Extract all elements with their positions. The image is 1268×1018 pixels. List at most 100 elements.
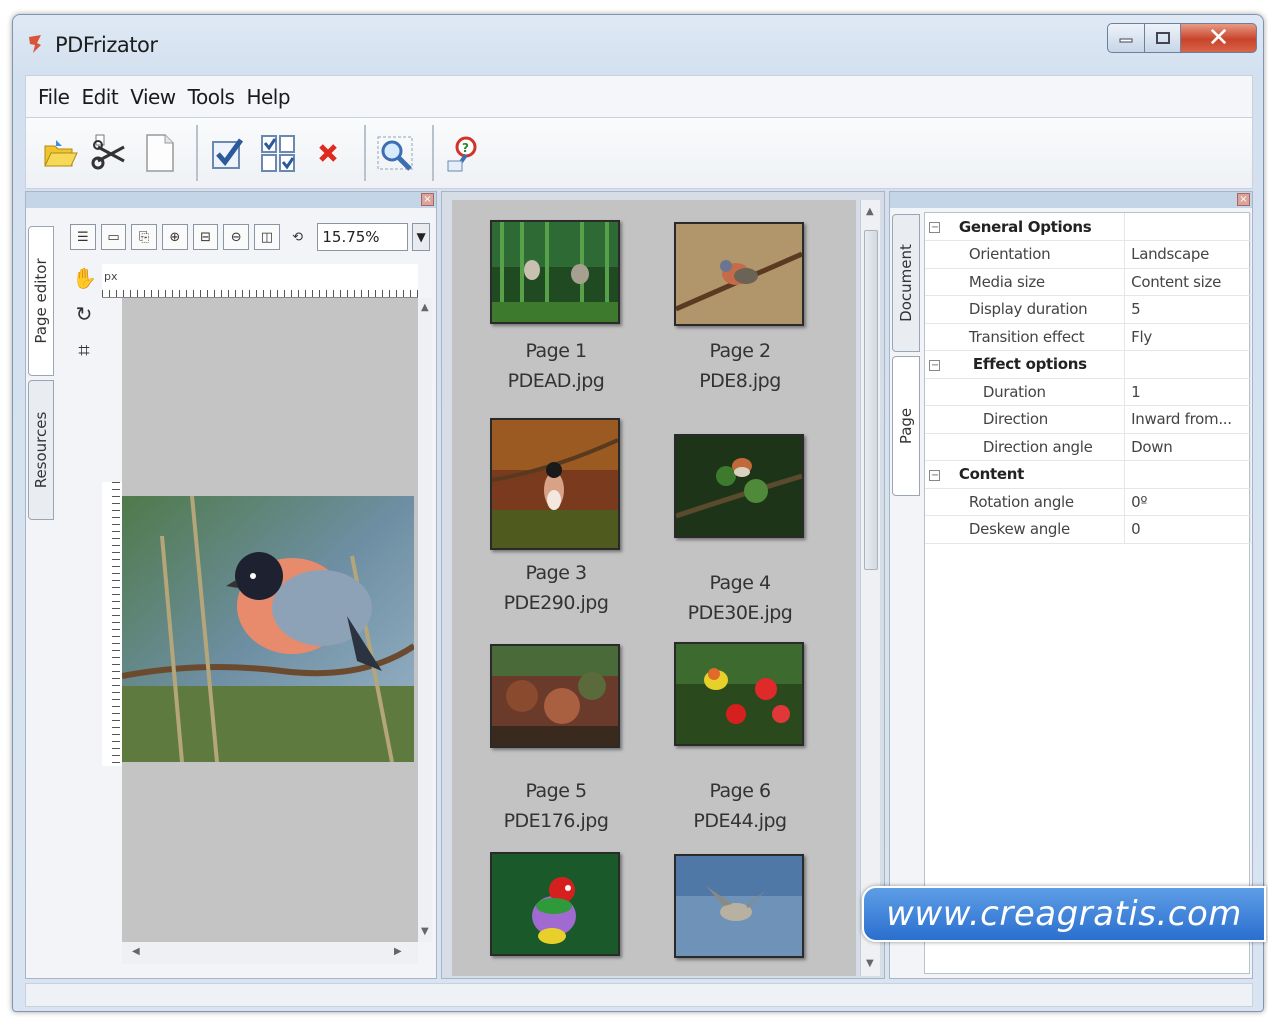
thumbnail-page-label: Page 1 [525,340,587,362]
fit-page-button[interactable]: ⎘ [131,224,158,250]
scrollbar-thumb[interactable] [864,230,878,570]
thumbnail-file-label: PDE176.jpg [503,810,609,832]
tab-document[interactable]: Document [892,214,920,352]
right-vertical-tabs: Document Page [892,214,920,614]
multi-select-icon [261,135,295,172]
panel-header: × [26,192,436,208]
scroll-right-icon: ▶ [394,946,402,957]
watermark-banner: www.creagratis.com [862,886,1266,942]
thumbnail-page-4[interactable] [674,434,804,538]
property-row[interactable]: Orientation Landscape [925,240,1251,269]
rotate-tool-icon[interactable]: ↻ [72,302,96,330]
menu-view[interactable]: View [124,85,181,109]
zoom-dropdown-button[interactable]: ▼ [412,223,430,251]
fit-page-icon: ⎘ [138,229,150,245]
thumbnail-caption: Page 6 PDE44.jpg [650,776,830,836]
app-window: PDFrizator ✕ File Edit View Tools Help ?… [12,14,1264,1012]
property-value[interactable]: 0 [1124,515,1251,544]
property-row[interactable]: Display duration 5 [925,295,1251,324]
property-row[interactable]: Media size Content size [925,268,1251,296]
property-row[interactable]: Deskew angle 0 [925,515,1251,544]
chevron-down-icon: ▼ [416,230,426,244]
property-value[interactable]: Content size [1124,268,1251,296]
property-row[interactable]: Rotation angle 0º [925,488,1251,516]
property-value[interactable]: 1 [1124,378,1251,406]
thumbnail-page-3[interactable] [490,418,620,550]
menu-file[interactable]: File [32,85,75,109]
thumbnail-page-1[interactable] [490,220,620,324]
property-value[interactable]: Landscape [1124,240,1251,269]
delete-x-icon [319,144,337,162]
thumbnail-page-label: Page 4 [709,572,771,594]
fit-height-button[interactable]: ⊟ [192,224,219,250]
menu-edit[interactable]: Edit [75,85,124,109]
thumbnail-image [492,854,618,954]
scroll-left-icon: ◀ [132,946,140,957]
property-row[interactable]: Transition effect Fly [925,323,1251,351]
zoom-button[interactable] [374,128,418,178]
thumbnail-scrollbar[interactable]: ▲ ▼ [860,200,880,976]
hand-tool-icon[interactable]: ✋ [72,266,97,294]
page-editor-panel: × Page editor Resources ☰ ▭ ⎘ ⊕ ⊟ ⊖ ◫ ⟲ … [25,191,437,979]
menu-help[interactable]: Help [240,85,296,109]
tab-resources[interactable]: Resources [28,380,54,520]
property-value[interactable]: Inward from... [1124,405,1251,434]
group-header: Effect options [944,350,1126,379]
split-button[interactable] [88,128,132,178]
scissors-icon [91,134,125,170]
status-bar [25,983,1253,1007]
thumbnail-page-8[interactable] [674,854,804,958]
help-wizard-icon: ? [447,136,477,172]
property-label: Deskew angle [944,515,1126,544]
actual-size-button[interactable]: ◫ [254,224,280,250]
zoom-input[interactable]: 15.75% [317,223,409,251]
menu-tools[interactable]: Tools [182,85,241,109]
scroll-down-icon: ▼ [421,926,429,937]
property-group-effect: − Effect options [925,350,1251,379]
tab-page[interactable]: Page [892,356,920,496]
left-vertical-scrollbar[interactable]: ▲ ▼ [418,298,432,942]
thumbnail-caption: Page 5 PDE176.jpg [466,776,646,836]
tab-page-editor-label: Page editor [32,258,50,344]
check-button[interactable] [206,128,250,178]
property-value[interactable]: Down [1124,433,1251,461]
property-row[interactable]: Direction Inward from... [925,405,1251,434]
select-pages-button[interactable] [256,128,300,178]
panel-close-button[interactable]: × [1237,193,1250,206]
list-view-button[interactable]: ☰ [70,224,96,250]
tab-page-editor[interactable]: Page editor [28,226,54,376]
minimize-button[interactable] [1107,23,1145,53]
left-horizontal-scrollbar[interactable]: ◀ ▶ [122,942,418,964]
vertical-ruler [102,482,122,766]
tab-page-label: Page [897,407,915,445]
thumbnail-page-5[interactable] [490,644,620,748]
collapse-icon[interactable]: − [929,469,941,481]
thumbnail-image [676,224,802,324]
page-view-button[interactable]: ▭ [100,224,127,250]
collapse-icon[interactable]: − [929,222,941,233]
thumbnail-page-2[interactable] [674,222,804,326]
property-value[interactable]: 5 [1124,295,1251,324]
rotate-button[interactable]: ⟲ [285,224,311,250]
actual-size-icon: ◫ [260,229,274,245]
property-row[interactable]: Direction angle Down [925,433,1251,461]
property-value[interactable]: 0º [1124,488,1251,516]
property-value[interactable]: Fly [1124,323,1251,351]
thumbnail-page-label: Page 6 [709,780,771,802]
property-row[interactable]: Duration 1 [925,378,1251,406]
crop-tool-icon[interactable]: ⌗ [72,338,96,366]
wizard-button[interactable]: ? [442,128,486,178]
delete-button[interactable] [306,128,350,178]
new-page-button[interactable] [138,128,182,178]
open-button[interactable] [38,128,82,178]
close-button[interactable]: ✕ [1181,23,1257,53]
thumbnail-page-6[interactable] [674,642,804,746]
rotate-icon: ⟲ [292,229,303,245]
fit-all-button[interactable]: ⊕ [162,224,188,250]
panel-close-button[interactable]: × [421,193,434,206]
collapse-icon[interactable]: − [929,359,941,371]
fit-width-button[interactable]: ⊖ [223,224,250,250]
maximize-button[interactable] [1145,23,1181,53]
tab-document-label: Document [897,244,915,322]
thumbnail-page-7[interactable] [490,852,620,956]
